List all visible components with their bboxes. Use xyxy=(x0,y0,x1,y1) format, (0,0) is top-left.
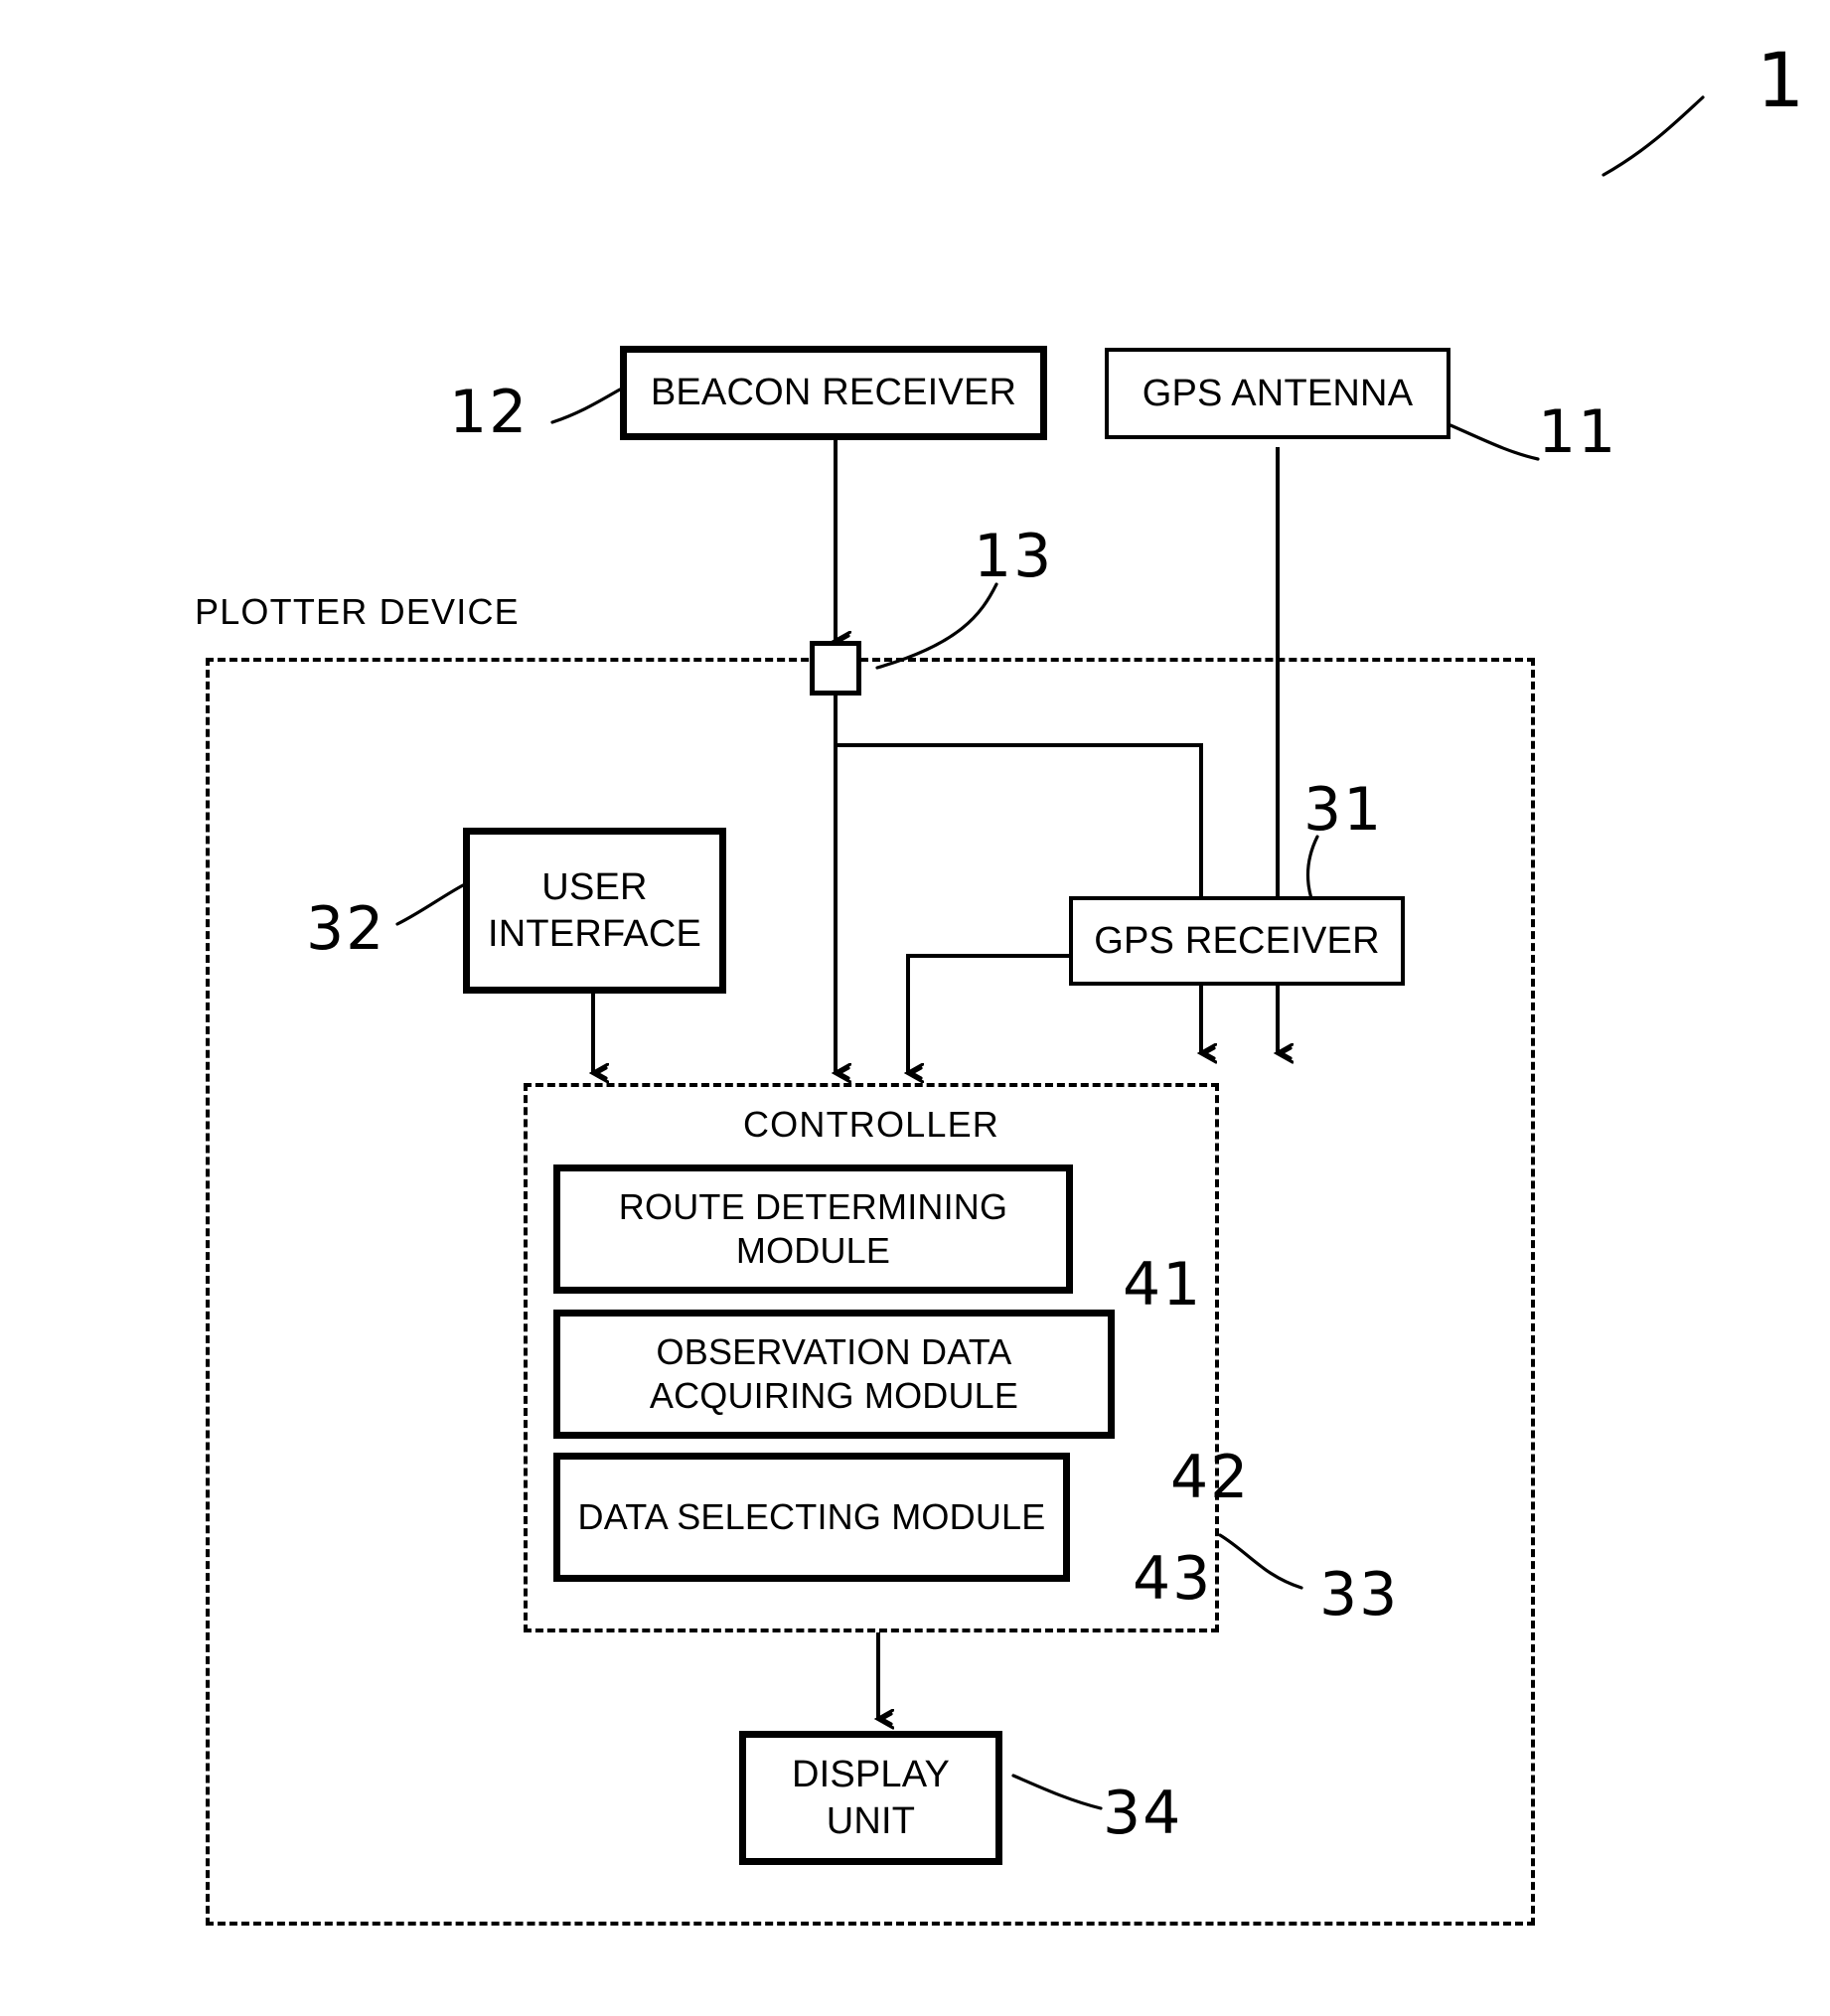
ref-11: 11 xyxy=(1538,397,1618,467)
plotter-device-label: PLOTTER DEVICE xyxy=(195,591,520,632)
user-interface-label-line1: USER xyxy=(541,866,648,909)
observation-module-label-line2: ACQUIRING MODULE xyxy=(649,1375,1019,1416)
ref-34: 34 xyxy=(1103,1779,1183,1848)
display-unit-box[interactable]: DISPLAY UNIT xyxy=(739,1731,1002,1865)
ref-12: 12 xyxy=(449,378,530,447)
display-unit-label-line1: DISPLAY xyxy=(791,1754,951,1796)
ref-13: 13 xyxy=(974,522,1054,591)
route-module-label-line1: ROUTE DETERMINING xyxy=(618,1186,1008,1228)
figure-number: 1 xyxy=(1756,36,1807,124)
gps-antenna-box[interactable]: GPS ANTENNA xyxy=(1105,348,1450,439)
ref-41: 41 xyxy=(1123,1250,1203,1319)
observation-data-acquiring-module-box[interactable]: OBSERVATION DATA ACQUIRING MODULE xyxy=(553,1310,1115,1439)
ref-33: 33 xyxy=(1319,1560,1400,1629)
gps-receiver-box[interactable]: GPS RECEIVER xyxy=(1069,896,1405,986)
beacon-receiver-box[interactable]: BEACON RECEIVER xyxy=(620,346,1047,440)
user-interface-box[interactable]: USER INTERFACE xyxy=(463,828,726,994)
ref-32: 32 xyxy=(306,894,386,964)
route-determining-module-box[interactable]: ROUTE DETERMINING MODULE xyxy=(553,1164,1073,1294)
gps-receiver-label: GPS RECEIVER xyxy=(1094,919,1380,962)
display-unit-label-line2: UNIT xyxy=(826,1799,916,1842)
junction-node-13[interactable] xyxy=(810,641,861,696)
data-selecting-module-box[interactable]: DATA SELECTING MODULE xyxy=(553,1453,1070,1582)
user-interface-label-line2: INTERFACE xyxy=(487,912,702,955)
ref-42: 42 xyxy=(1170,1443,1251,1512)
controller-label: CONTROLLER xyxy=(742,1104,1000,1145)
data-selecting-module-label: DATA SELECTING MODULE xyxy=(577,1496,1046,1538)
route-module-label-line2: MODULE xyxy=(735,1230,891,1271)
ref-43: 43 xyxy=(1133,1544,1213,1614)
beacon-receiver-label: BEACON RECEIVER xyxy=(650,372,1017,414)
figure-canvas: 1 PLOTTER DEVICE BEACON RECEIVER 12 GPS … xyxy=(0,0,1830,2016)
ref-31: 31 xyxy=(1303,775,1384,845)
gps-antenna-label: GPS ANTENNA xyxy=(1142,372,1414,414)
observation-module-label-line1: OBSERVATION DATA xyxy=(656,1331,1012,1373)
